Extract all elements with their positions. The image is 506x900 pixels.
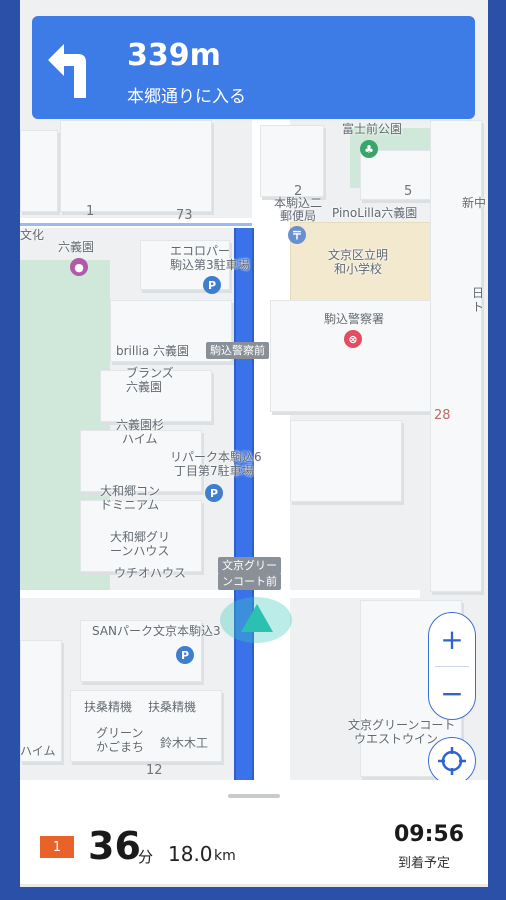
parking-icon[interactable]: P	[176, 646, 194, 664]
road-name-tag-1: 文京グリー	[218, 557, 281, 574]
arrival-time: 09:56	[394, 822, 465, 847]
map-label-court-1: 文京グリーンコート	[348, 718, 456, 732]
building	[430, 120, 482, 592]
drag-handle[interactable]	[228, 794, 280, 798]
parking-icon[interactable]: P	[203, 276, 221, 294]
parking-icon[interactable]: P	[205, 484, 223, 502]
map-label-green-kago-1: グリーン	[96, 726, 144, 740]
map-label-shin: 新中	[462, 196, 487, 210]
map-label-haimu: ハイム	[20, 744, 56, 758]
map-label-blands-2: 六義園	[126, 380, 163, 394]
turn-distance: 339m	[127, 38, 221, 73]
trip-distance-unit: km	[214, 848, 236, 864]
road	[20, 590, 420, 598]
trip-duration-unit: 分	[138, 848, 154, 866]
map-label-police: 駒込警察署	[324, 312, 385, 326]
block-number: 1	[86, 204, 95, 219]
map-label-repark-2: 丁目第7駐車場	[174, 464, 254, 478]
turn-left-arrow-icon	[48, 44, 86, 98]
route-number-badge: 1	[40, 836, 74, 858]
trip-summary-panel[interactable]: 1 36 分 18.0 km 09:56 到着予定	[20, 780, 488, 884]
map-label-post-office-2: 郵便局	[280, 209, 317, 223]
map-label-fujimae-park: 富士前公園	[342, 122, 403, 136]
locate-button[interactable]	[428, 737, 476, 785]
map-label-yamato-green-2: ーンハウス	[110, 544, 170, 558]
block-number: 73	[176, 208, 193, 223]
map-label-san-park: SANパーク文京本駒込3	[92, 624, 221, 638]
map-label-yamato-1: 大和郷コン	[100, 484, 161, 498]
app-frame: 富士前公園 ♣ 本駒込二 郵便局 PinoLilla六義園 〒 エコロパー 駒込…	[0, 0, 506, 900]
map-label-ecolo-2: 駒込第3駐車場	[170, 258, 250, 272]
block-number: 12	[146, 763, 163, 778]
post-office-pin-icon: 〒	[288, 226, 306, 244]
route-line	[234, 228, 254, 780]
map-label-sugi-1: 六義園杉	[116, 418, 165, 432]
map-label-rikugien: 六義園	[58, 240, 95, 254]
turn-street-name: 本郷通りに入る	[127, 87, 246, 107]
crosshair-icon	[438, 747, 466, 775]
panel-bottom-border	[20, 884, 488, 887]
building	[260, 125, 324, 197]
map-label-nichi-1: 日	[472, 286, 485, 300]
road-name-tag: 駒込警察前	[206, 342, 269, 359]
side-street-route	[20, 223, 252, 226]
zoom-out-button[interactable]: −	[429, 667, 475, 719]
map-label-pinolilla: PinoLilla六義園	[332, 206, 418, 220]
map-label-court-2: ウエストウイン	[354, 732, 439, 746]
building	[290, 420, 402, 502]
trip-distance: 18.0	[168, 842, 213, 866]
map-label-yamato-2: ドミニアム	[100, 498, 160, 512]
block-number: 5	[404, 184, 413, 199]
arrival-label: 到着予定	[398, 856, 451, 871]
block-number: 28	[434, 408, 451, 423]
garden-pin-icon: ●	[70, 258, 88, 276]
map-label-uchio: ウチオハウス	[114, 566, 187, 580]
building	[20, 130, 58, 212]
zoom-in-button[interactable]: +	[429, 613, 475, 665]
map-label-brillia: brillia 六義園	[116, 344, 190, 358]
map-label-suzuki: 鈴木木工	[160, 736, 209, 750]
turn-instruction-banner[interactable]: 339m 本郷通りに入る	[32, 16, 475, 119]
map-label-sugi-2: ハイム	[122, 432, 158, 446]
road-name-tag-2: ンコート前	[218, 573, 281, 590]
zoom-control: + −	[428, 612, 476, 720]
map-label-blands-1: ブランズ	[126, 366, 174, 380]
map-label-fusou-2: 扶桑精機	[148, 700, 197, 714]
map-label-green-kago-2: かごまち	[96, 740, 145, 754]
map-label-repark-1: リパーク本駒込6	[170, 450, 262, 464]
trip-duration: 36	[88, 824, 141, 868]
map-label-nichi-2: ト	[472, 300, 485, 314]
map-label-bunka: 文化	[20, 228, 45, 242]
map-label-yamato-green-1: 大和郷グリ	[110, 530, 171, 544]
map-label-fusou-1: 扶桑精機	[84, 700, 133, 714]
map-label-school-1: 文京区立明	[328, 248, 389, 262]
park-pin-icon: ♣	[360, 140, 378, 158]
map-label-ecolo-1: エコロパー	[170, 244, 231, 258]
map-label-school-2: 和小学校	[334, 262, 383, 276]
block-number: 2	[294, 184, 303, 199]
building	[60, 120, 212, 212]
police-pin-icon: ⊗	[344, 330, 362, 348]
current-position-arrow-icon	[241, 604, 273, 632]
